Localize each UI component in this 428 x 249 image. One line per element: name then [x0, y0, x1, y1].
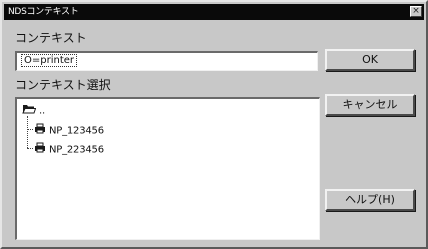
tree-item-printer-label: NP_123456 [48, 125, 104, 137]
close-icon: × [412, 6, 420, 16]
ok-button[interactable]: OK [325, 49, 415, 71]
folder-icon [22, 103, 37, 118]
tree-connector [27, 129, 33, 130]
tree-connector [27, 116, 28, 148]
context-input-value: O=printer [21, 54, 78, 67]
printer-icon [34, 142, 46, 157]
context-input[interactable]: O=printer [15, 51, 318, 71]
window-title: NDSコンテキスト [8, 7, 79, 17]
tree-item-printer[interactable]: NP_123456 [34, 123, 104, 138]
help-button[interactable]: ヘルプ(H) [325, 189, 415, 211]
cancel-button[interactable]: キャンセル [325, 94, 415, 116]
context-label: コンテキスト [15, 31, 87, 45]
close-button[interactable]: × [410, 6, 422, 17]
tree-item-printer[interactable]: NP_223456 [34, 142, 104, 157]
tree-item-printer-label: NP_223456 [48, 144, 104, 156]
context-tree[interactable]: .. NP_123456 NP_223456 [15, 97, 320, 240]
tree-connector [27, 148, 33, 149]
tree-item-root-label: .. [38, 105, 45, 117]
title-bar[interactable]: NDSコンテキスト × [4, 4, 424, 20]
context-browse-label: コンテキスト選択 [15, 78, 111, 92]
printer-icon [34, 123, 46, 138]
nds-context-dialog: NDSコンテキスト × コンテキスト O=printer コンテキスト選択 .. [0, 0, 428, 249]
tree-item-root[interactable]: .. [22, 103, 45, 118]
